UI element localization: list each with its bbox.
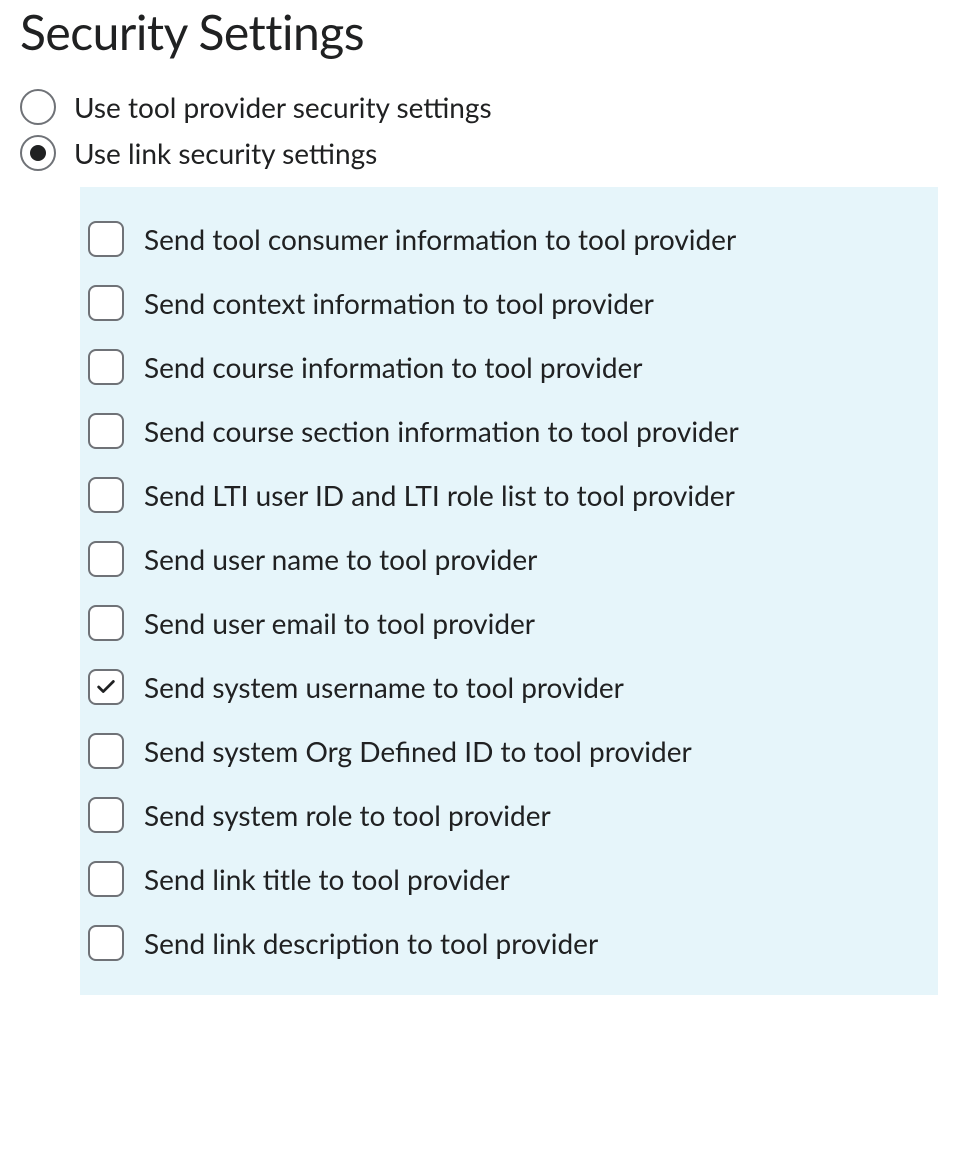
checkbox-send-tool-consumer-information[interactable]: Send tool consumer information to tool p… xyxy=(88,207,918,271)
checkbox-send-link-title[interactable]: Send link title to tool provider xyxy=(88,847,918,911)
checkbox-label: Send link title to tool provider xyxy=(144,862,510,896)
radio-dot-icon xyxy=(30,145,46,161)
checkbox-send-lti-user-id-and-role-list[interactable]: Send LTI user ID and LTI role list to to… xyxy=(88,463,918,527)
checkbox-send-course-information[interactable]: Send course information to tool provider xyxy=(88,335,918,399)
checkbox-send-link-description[interactable]: Send link description to tool provider xyxy=(88,911,918,975)
checkbox-label: Send LTI user ID and LTI role list to to… xyxy=(144,478,735,512)
checkbox-label: Send context information to tool provide… xyxy=(144,286,654,320)
checkbox-label: Send system username to tool provider xyxy=(144,670,624,704)
checkbox-icon xyxy=(88,797,124,833)
checkbox-icon xyxy=(88,541,124,577)
checkbox-icon xyxy=(88,349,124,385)
checkbox-icon xyxy=(88,221,124,257)
checkbox-icon xyxy=(88,285,124,321)
radio-icon xyxy=(20,89,56,125)
checkbox-send-user-name[interactable]: Send user name to tool provider xyxy=(88,527,918,591)
checkbox-label: Send system Org Defined ID to tool provi… xyxy=(144,734,692,768)
checkbox-icon xyxy=(88,413,124,449)
radio-icon xyxy=(20,135,56,171)
radio-label: Use tool provider security settings xyxy=(74,90,492,124)
security-settings-radio-group: Use tool provider security settings Use … xyxy=(20,89,938,171)
checkbox-send-context-information[interactable]: Send context information to tool provide… xyxy=(88,271,918,335)
radio-label: Use link security settings xyxy=(74,136,377,170)
checkbox-send-system-org-defined-id[interactable]: Send system Org Defined ID to tool provi… xyxy=(88,719,918,783)
checkbox-icon xyxy=(88,925,124,961)
checkbox-icon xyxy=(88,733,124,769)
checkbox-send-system-username[interactable]: Send system username to tool provider xyxy=(88,655,918,719)
checkbox-send-user-email[interactable]: Send user email to tool provider xyxy=(88,591,918,655)
radio-use-link-security-settings[interactable]: Use link security settings xyxy=(20,135,938,171)
checkbox-icon xyxy=(88,477,124,513)
checkbox-label: Send system role to tool provider xyxy=(144,798,551,832)
check-icon xyxy=(95,676,117,698)
checkbox-label: Send user name to tool provider xyxy=(144,542,537,576)
checkbox-icon xyxy=(88,669,124,705)
checkbox-icon xyxy=(88,605,124,641)
checkbox-label: Send link description to tool provider xyxy=(144,926,598,960)
checkbox-label: Send course section information to tool … xyxy=(144,414,739,448)
checkbox-label: Send tool consumer information to tool p… xyxy=(144,222,736,256)
checkbox-icon xyxy=(88,861,124,897)
checkbox-send-course-section-information[interactable]: Send course section information to tool … xyxy=(88,399,918,463)
link-security-settings-panel: Send tool consumer information to tool p… xyxy=(80,187,938,995)
checkbox-label: Send user email to tool provider xyxy=(144,606,535,640)
checkbox-send-system-role[interactable]: Send system role to tool provider xyxy=(88,783,918,847)
page-title: Security Settings xyxy=(20,4,938,61)
checkbox-label: Send course information to tool provider xyxy=(144,350,643,384)
radio-use-tool-provider-security-settings[interactable]: Use tool provider security settings xyxy=(20,89,938,125)
